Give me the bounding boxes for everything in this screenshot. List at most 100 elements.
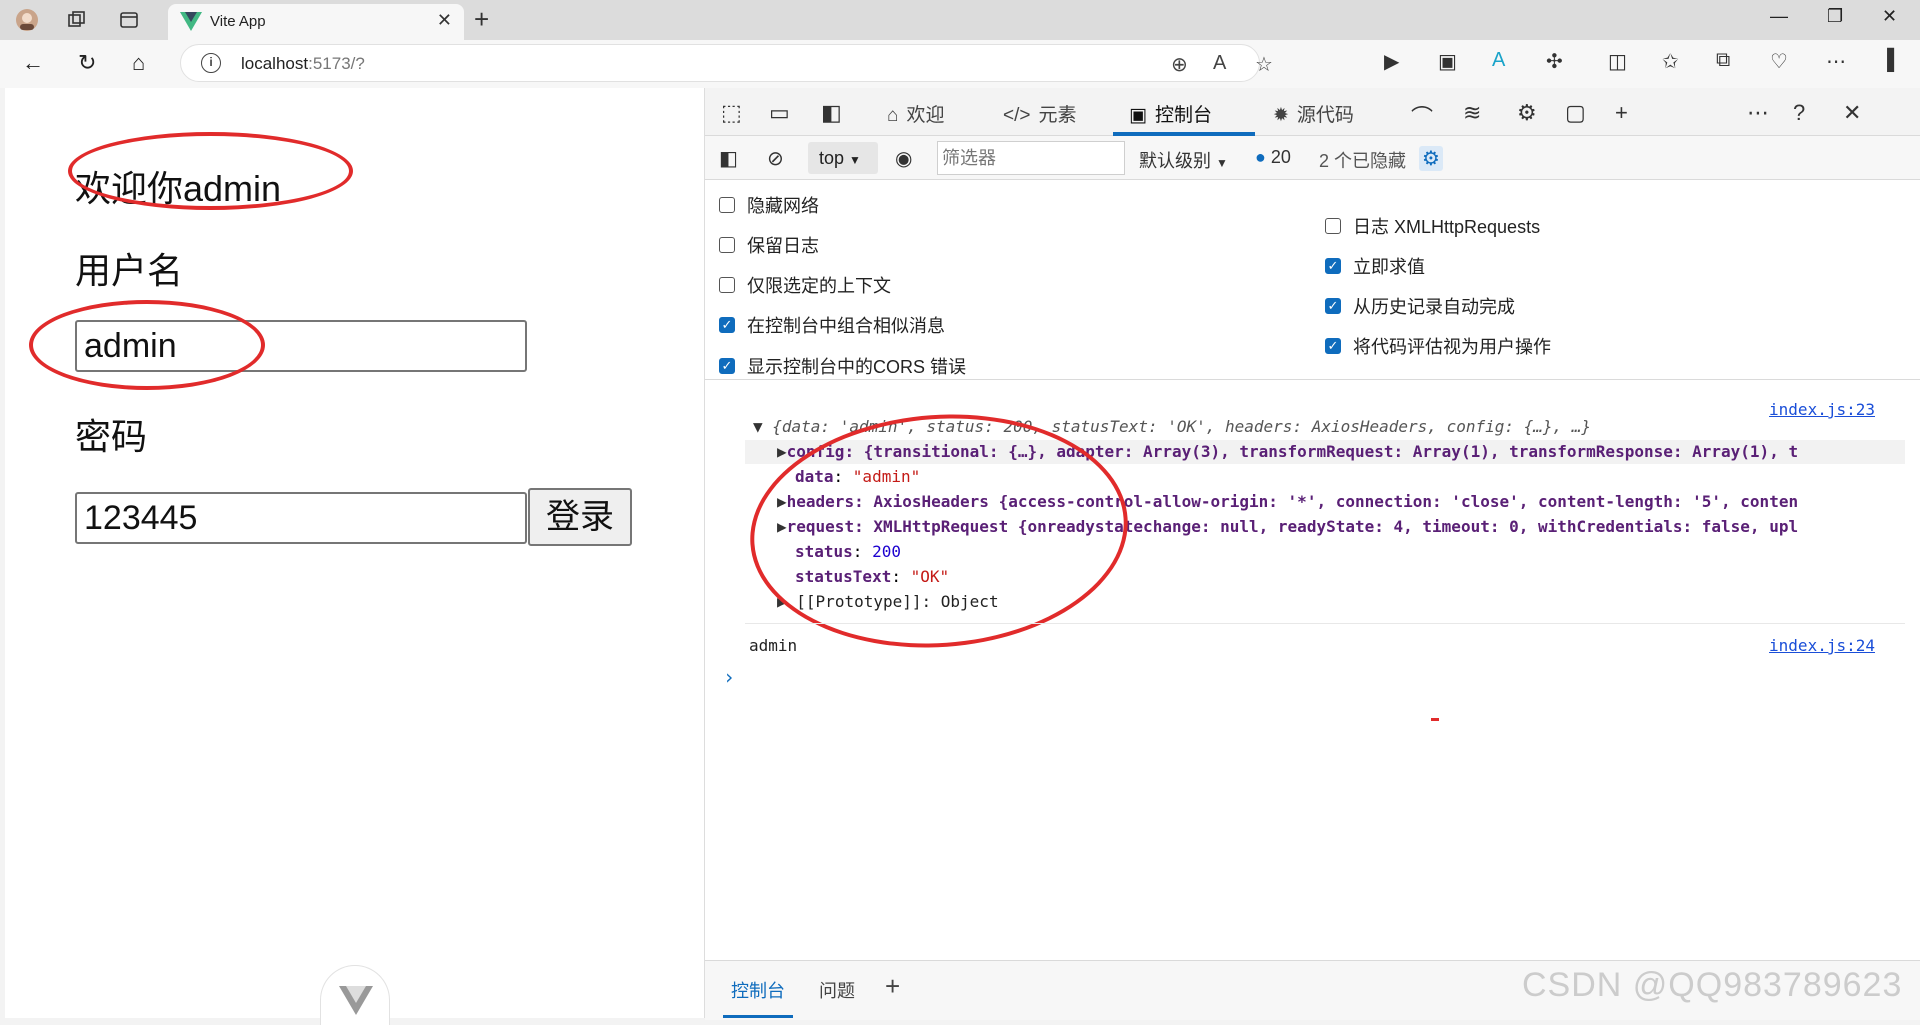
url-text: localhost:5173/?: [241, 54, 365, 74]
add-drawer-tab-icon[interactable]: +: [885, 971, 900, 1002]
login-button[interactable]: 登录: [528, 488, 632, 546]
tab-title: Vite App: [210, 13, 266, 30]
zoom-icon[interactable]: ⊕: [1171, 52, 1188, 77]
password-input[interactable]: 123445: [75, 492, 527, 544]
read-aloud-icon[interactable]: A: [1213, 52, 1226, 75]
checkbox-checked[interactable]: ✓: [719, 358, 735, 374]
new-tab-button[interactable]: +: [474, 4, 489, 35]
checkbox-checked[interactable]: ✓: [1325, 298, 1341, 314]
checkbox[interactable]: [1325, 218, 1341, 234]
extensions-puzzle-icon[interactable]: ✣: [1546, 49, 1563, 74]
tab-close-icon[interactable]: ✕: [437, 10, 452, 31]
checkbox[interactable]: [719, 197, 735, 213]
expand-triangle-icon[interactable]: ▼: [753, 417, 772, 436]
restore-button[interactable]: ❐: [1827, 6, 1843, 27]
setting-selected-context[interactable]: 仅限选定的上下文: [719, 272, 891, 298]
collections-icon[interactable]: ⧉: [1716, 49, 1730, 72]
checkbox[interactable]: [719, 277, 735, 293]
setting-label: 保留日志: [747, 236, 819, 256]
site-info-icon[interactable]: i: [201, 53, 221, 73]
context-value: top: [819, 148, 845, 168]
console-prompt-icon[interactable]: ›: [723, 665, 735, 689]
setting-hide-network[interactable]: 隐藏网络: [719, 192, 819, 218]
memory-chip-icon[interactable]: ⚙: [1517, 100, 1537, 126]
more-tools-icon[interactable]: +: [1615, 100, 1628, 126]
live-expression-eye-icon[interactable]: ◉: [895, 146, 912, 171]
console-settings-gear-icon[interactable]: ⚙: [1419, 146, 1443, 171]
tab-elements[interactable]: </> 元素: [1003, 100, 1077, 127]
sidebar-toggle-icon[interactable]: ◧: [719, 146, 738, 171]
back-icon[interactable]: ←: [22, 50, 44, 76]
browser-essentials-icon[interactable]: ♡: [1770, 49, 1788, 74]
clear-console-icon[interactable]: ⊘: [767, 146, 784, 171]
vue-devtools-button[interactable]: [320, 965, 390, 1025]
drawer-tab-console[interactable]: 控制台: [731, 977, 785, 1003]
collapsed-triangle-icon: ▶: [777, 442, 787, 461]
tab-console[interactable]: ▣ 控制台: [1129, 100, 1212, 127]
message-count-value: 20: [1270, 147, 1291, 167]
device-emulation-icon[interactable]: ▭: [769, 100, 790, 126]
help-icon[interactable]: ?: [1793, 100, 1805, 126]
drawer-active-indicator: [723, 1015, 793, 1018]
setting-label: 从历史记录自动完成: [1353, 297, 1515, 317]
workspaces-icon[interactable]: [64, 7, 90, 33]
translate-icon[interactable]: A: [1492, 49, 1505, 72]
tab-actions-icon[interactable]: [116, 7, 142, 33]
profile-avatar-icon[interactable]: [14, 7, 40, 33]
log-divider: [745, 623, 1905, 624]
refresh-icon[interactable]: ↻: [78, 50, 96, 76]
browser-tab-bar: Vite App ✕ + — ❐ ✕: [0, 0, 1920, 40]
setting-autocomplete[interactable]: ✓ 从历史记录自动完成: [1325, 293, 1515, 319]
network-wifi-icon[interactable]: ≋: [1463, 100, 1481, 126]
tab-sources-label: 源代码: [1296, 105, 1354, 126]
setting-log-xhr[interactable]: 日志 XMLHttpRequests: [1325, 213, 1540, 239]
sidebar-toggle-icon[interactable]: ▐: [1880, 49, 1894, 72]
setting-label: 立即求值: [1353, 257, 1425, 277]
log-line-admin: admin: [749, 636, 798, 655]
checkbox[interactable]: [719, 237, 735, 253]
favorite-star-icon[interactable]: ☆: [1255, 52, 1273, 77]
close-devtools-icon[interactable]: ✕: [1843, 100, 1861, 126]
devtools-panel: ⬚ ▭ ◧ ⌂ 欢迎 </> 元素 ▣ 控制台 ✹ 源代码 ⌒ ≋ ⚙ ▢ + ⋯ ? …: [705, 88, 1920, 1020]
favorites-icon[interactable]: ✩: [1662, 49, 1679, 74]
bug-icon: ✹: [1273, 105, 1289, 126]
setting-group-similar[interactable]: ✓ 在控制台中组合相似消息: [719, 312, 945, 338]
tab-sources[interactable]: ✹ 源代码: [1273, 100, 1354, 127]
setting-preserve-log[interactable]: 保留日志: [719, 232, 819, 258]
inspect-element-icon[interactable]: ⬚: [721, 100, 742, 126]
home-icon[interactable]: ⌂: [132, 50, 145, 76]
log-level-select[interactable]: 默认级别 ▼: [1139, 147, 1228, 173]
address-bar[interactable]: i localhost:5173/? ⊕ A ☆: [180, 44, 1273, 82]
setting-user-gesture[interactable]: ✓ 将代码评估视为用户操作: [1325, 333, 1551, 359]
browser-tab-active[interactable]: Vite App ✕: [168, 4, 464, 40]
checkbox-checked[interactable]: ✓: [1325, 258, 1341, 274]
message-count[interactable]: ● 20: [1255, 147, 1291, 168]
home-icon: ⌂: [887, 105, 899, 126]
username-label: 用户名: [75, 250, 184, 291]
application-icon[interactable]: ▢: [1565, 100, 1586, 126]
tab-welcome[interactable]: ⌂ 欢迎: [887, 100, 945, 127]
code-icon: </>: [1003, 105, 1031, 126]
chevron-down-icon: ▼: [849, 153, 861, 167]
performance-icon[interactable]: ⌒: [1411, 100, 1433, 132]
filter-input[interactable]: 筛选器: [937, 141, 1125, 175]
play-extension-icon[interactable]: ▶: [1384, 49, 1399, 74]
extension-icon[interactable]: ▣: [1438, 49, 1457, 74]
setting-cors-errors[interactable]: ✓ 显示控制台中的CORS 错误: [719, 353, 966, 379]
close-window-button[interactable]: ✕: [1882, 6, 1897, 27]
setting-label: 将代码评估视为用户操作: [1353, 337, 1551, 357]
more-options-icon[interactable]: ⋯: [1826, 49, 1846, 74]
drawer-tab-issues[interactable]: 问题: [819, 977, 855, 1003]
setting-label: 在控制台中组合相似消息: [747, 316, 945, 336]
split-screen-icon[interactable]: ◫: [1608, 49, 1627, 74]
customize-icon[interactable]: ⋯: [1747, 100, 1769, 126]
setting-label: 隐藏网络: [747, 196, 819, 216]
checkbox-checked[interactable]: ✓: [719, 317, 735, 333]
setting-eager-eval[interactable]: ✓ 立即求值: [1325, 253, 1425, 279]
source-link[interactable]: index.js:23: [1769, 400, 1875, 419]
context-select[interactable]: top ▼: [808, 142, 878, 174]
dock-side-icon[interactable]: ◧: [821, 100, 842, 126]
minimize-button[interactable]: —: [1770, 6, 1788, 27]
source-link[interactable]: index.js:24: [1769, 636, 1875, 655]
checkbox-checked[interactable]: ✓: [1325, 338, 1341, 354]
